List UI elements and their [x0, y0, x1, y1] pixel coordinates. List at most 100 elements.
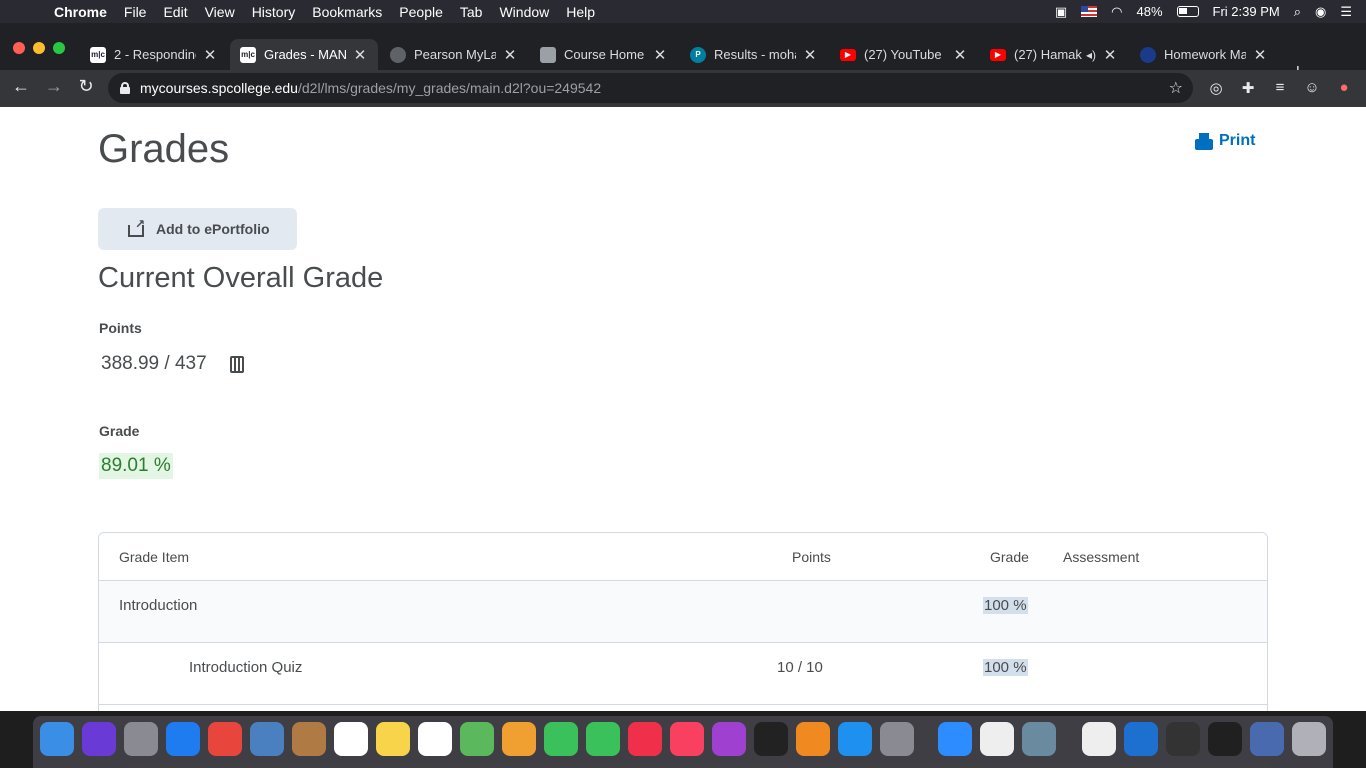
- contacts-icon[interactable]: [292, 722, 326, 756]
- messages-icon[interactable]: [544, 722, 578, 756]
- menu-bookmarks[interactable]: Bookmarks: [312, 4, 382, 20]
- tab-close-icon[interactable]: ✕: [802, 46, 818, 64]
- profile-avatar[interactable]: ☺: [1302, 79, 1322, 96]
- launchpad-icon[interactable]: [124, 722, 158, 756]
- tab-close-icon[interactable]: ✕: [952, 46, 968, 64]
- menubar-clock[interactable]: Fri 2:39 PM: [1213, 4, 1280, 19]
- reminders-icon[interactable]: [418, 722, 452, 756]
- textedit-icon[interactable]: [980, 722, 1014, 756]
- menu-view[interactable]: View: [205, 4, 235, 20]
- tab-close-icon[interactable]: ✕: [1102, 46, 1118, 64]
- audio-playing-icon[interactable]: ◂): [1086, 48, 1096, 62]
- finder-icon[interactable]: [40, 722, 74, 756]
- globe-favicon-icon: [390, 46, 406, 63]
- notification-center-icon[interactable]: ☰: [1340, 4, 1352, 20]
- address-bar[interactable]: mycourses.spcollege.edu /d2l/lms/grades/…: [108, 73, 1193, 103]
- wifi-icon[interactable]: ◠: [1111, 4, 1122, 20]
- preview-icon[interactable]: [250, 722, 284, 756]
- image-capture-icon[interactable]: [1022, 722, 1056, 756]
- page-title: Grades: [98, 127, 230, 171]
- lock-icon[interactable]: [120, 82, 130, 94]
- tab-youtube[interactable]: ▶ (27) YouTube ✕: [830, 39, 978, 70]
- menu-history[interactable]: History: [252, 4, 296, 20]
- row-name[interactable]: Introduction Quiz: [189, 659, 302, 676]
- row-points: 10 / 10: [777, 659, 823, 676]
- pearson-favicon-icon: P: [690, 46, 706, 63]
- window-fullscreen-button[interactable]: [53, 42, 65, 54]
- document-icon[interactable]: [1082, 722, 1116, 756]
- tab-responding[interactable]: m|c 2 - Responding ✕: [80, 39, 228, 70]
- media-control-icon[interactable]: ≡: [1270, 79, 1290, 96]
- tab-results[interactable]: P Results - moha ✕: [680, 39, 828, 70]
- menu-app-name[interactable]: Chrome: [54, 4, 107, 20]
- news-icon[interactable]: [628, 722, 662, 756]
- window-minimize-button[interactable]: [33, 42, 45, 54]
- notes-icon[interactable]: [376, 722, 410, 756]
- tab-course-home[interactable]: Course Home ✕: [530, 39, 678, 70]
- reload-icon[interactable]: ↻: [74, 76, 98, 97]
- books-icon[interactable]: [796, 722, 830, 756]
- trash-icon[interactable]: [1292, 722, 1326, 756]
- tab-close-icon[interactable]: ✕: [502, 46, 518, 64]
- tab-pearson-mylab[interactable]: Pearson MyLab ✕: [380, 39, 528, 70]
- battery-icon[interactable]: [1176, 6, 1199, 17]
- battery-percent[interactable]: 48%: [1137, 4, 1163, 19]
- menu-people[interactable]: People: [399, 4, 443, 20]
- menu-window[interactable]: Window: [499, 4, 549, 20]
- grades-table: Grade Item Points Grade Assessment Intro…: [98, 532, 1268, 711]
- tab-close-icon[interactable]: ✕: [652, 46, 668, 64]
- safari-icon[interactable]: [166, 722, 200, 756]
- mc-favicon-icon: m|c: [240, 46, 256, 63]
- tab-close-icon[interactable]: ✕: [202, 46, 218, 64]
- table-row: Introduction 100 %: [99, 581, 1267, 643]
- photos-icon[interactable]: [502, 722, 536, 756]
- menu-tab[interactable]: Tab: [460, 4, 483, 20]
- facetime-icon[interactable]: [586, 722, 620, 756]
- menu-file[interactable]: File: [124, 4, 147, 20]
- tv-icon[interactable]: [754, 722, 788, 756]
- network-icon[interactable]: [1124, 722, 1158, 756]
- back-arrow-icon[interactable]: ←: [9, 76, 33, 97]
- tab-close-icon[interactable]: ✕: [352, 46, 368, 64]
- extensions-puzzle-icon[interactable]: ✚: [1238, 79, 1258, 97]
- music-icon[interactable]: [670, 722, 704, 756]
- spotlight-search-icon[interactable]: ⌕: [1294, 4, 1301, 20]
- podcasts-icon[interactable]: [712, 722, 746, 756]
- app-store-icon[interactable]: [838, 722, 872, 756]
- siri-icon[interactable]: [82, 722, 116, 756]
- menu-edit[interactable]: Edit: [163, 4, 187, 20]
- macos-dock: (function(){ const dock = document.curre…: [33, 716, 1333, 768]
- header-grade-item: Grade Item: [119, 549, 190, 565]
- system-preferences-icon[interactable]: [880, 722, 914, 756]
- print-button[interactable]: Print: [1195, 132, 1255, 150]
- update-icon[interactable]: ●: [1334, 79, 1354, 96]
- calendar-icon[interactable]: [334, 722, 368, 756]
- bookmark-star-icon[interactable]: ☆: [1169, 78, 1183, 98]
- maps-icon[interactable]: [460, 722, 494, 756]
- extension-icon[interactable]: ◎: [1206, 79, 1226, 97]
- grades-page: Grades Print Add to ePortfolio Current O…: [0, 107, 1366, 711]
- zoom-tray-icon[interactable]: ▣: [1055, 4, 1067, 20]
- forward-arrow-icon[interactable]: →: [42, 76, 66, 97]
- window-thumbnail-icon[interactable]: [1208, 722, 1242, 756]
- mc-favicon-icon: m|c: [90, 46, 106, 63]
- add-to-eportfolio-button[interactable]: Add to ePortfolio: [98, 208, 297, 250]
- chrome-icon[interactable]: [208, 722, 242, 756]
- tab-label: Homework Mar: [1164, 47, 1246, 62]
- window-thumbnail-icon[interactable]: [1250, 722, 1284, 756]
- tab-close-icon[interactable]: ✕: [1252, 46, 1268, 64]
- header-points: Points: [792, 549, 831, 565]
- table-header: Grade Item Points Grade Assessment: [99, 533, 1267, 581]
- page-favicon-icon: [540, 46, 556, 63]
- zoom-icon[interactable]: [938, 722, 972, 756]
- siri-icon[interactable]: ◉: [1315, 4, 1326, 20]
- tab-grades[interactable]: m|c Grades - MANS ✕: [230, 39, 378, 70]
- window-close-button[interactable]: [13, 42, 25, 54]
- menu-help[interactable]: Help: [566, 4, 595, 20]
- tab-youtube-audio[interactable]: ▶ (27) Hamak ◂) ✕: [980, 39, 1128, 70]
- input-source-flag-icon[interactable]: [1081, 6, 1098, 17]
- table-row: Introduction Quiz 10 / 10 100 %: [99, 643, 1267, 705]
- calculator-icon[interactable]: [230, 356, 244, 373]
- tab-homework[interactable]: Homework Mar ✕: [1130, 39, 1278, 70]
- window-thumbnail-icon[interactable]: [1166, 722, 1200, 756]
